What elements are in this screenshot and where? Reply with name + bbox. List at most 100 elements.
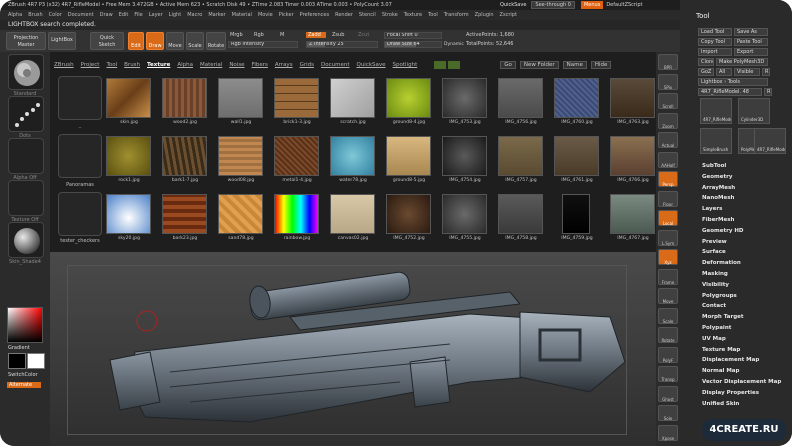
tool-export-button[interactable]: Export <box>734 48 768 56</box>
lightbox-tab[interactable]: Grids <box>300 62 314 68</box>
z-intensity-slider[interactable]: Z Intensity 25 <box>306 41 378 48</box>
mrgb-button[interactable]: Mrgb <box>230 32 243 38</box>
folder-panoramas[interactable] <box>58 134 102 178</box>
rightshelf-local-button[interactable]: Local <box>658 210 678 226</box>
zcut-button[interactable]: Zcut <box>358 32 369 38</box>
texture-thumbnail[interactable] <box>218 194 263 234</box>
dynamic-toggle[interactable]: Dynamic <box>444 42 464 47</box>
rightshelf-xpose-button[interactable]: Xpose <box>658 424 678 441</box>
lightbox-nav-button[interactable]: New Folder <box>519 61 559 69</box>
tool-thumbnail[interactable]: SimpleBrush <box>700 128 732 154</box>
tool-clone-button[interactable]: Clone <box>698 58 714 66</box>
seethrough-slider[interactable]: See-through 0 <box>531 1 575 9</box>
tool-subpalette-polygroups[interactable]: Polygroups <box>702 293 737 299</box>
rightshelf-solo-button[interactable]: Solo <box>658 405 678 421</box>
menu-item[interactable]: Movie <box>258 12 273 18</box>
color-picker[interactable] <box>7 307 43 343</box>
tool-goz-button[interactable]: GoZ <box>698 68 714 76</box>
texture-thumbnail[interactable] <box>554 78 599 118</box>
tool-subpalette-layers[interactable]: Layers <box>702 206 722 212</box>
texture-thumbnail[interactable] <box>106 194 151 234</box>
texture-thumbnail[interactable] <box>442 78 487 118</box>
rightshelf-transp-button[interactable]: Transp <box>658 366 678 382</box>
texture-thumbnail[interactable] <box>498 136 543 176</box>
tool-subpalette-preview[interactable]: Preview <box>702 239 727 245</box>
lightbox-tab[interactable]: Project <box>81 62 100 68</box>
texture-thumbnail[interactable] <box>442 136 487 176</box>
rightshelf-lsym-button[interactable]: L.Sym <box>658 229 678 246</box>
tool-subpalette-masking[interactable]: Masking <box>702 271 728 277</box>
texture-thumbnail[interactable] <box>330 136 375 176</box>
lightbox-nav-button[interactable]: Name <box>562 61 587 69</box>
tool-thumbnail[interactable]: 4R7_RifleModel <box>700 98 732 124</box>
next-icon[interactable] <box>448 61 461 69</box>
menu-item[interactable]: Material <box>232 12 252 18</box>
tool-visible-button[interactable]: Visible <box>734 68 760 76</box>
lightbox-button[interactable]: LightBox <box>48 32 76 50</box>
tool-subpalette-uv-map[interactable]: UV Map <box>702 336 726 342</box>
tool-make-polymesh3d-button[interactable]: Make PolyMesh3D <box>716 58 768 66</box>
move-button[interactable]: Move <box>166 32 184 50</box>
draw-button[interactable]: Draw <box>146 32 164 50</box>
tool-subpalette-morph-target[interactable]: Morph Target <box>702 314 744 320</box>
tool-subpalette-displacement-map[interactable]: Displacement Map <box>702 357 759 363</box>
tool-subpalette-subtool[interactable]: SubTool <box>702 163 726 169</box>
menu-item[interactable]: Picker <box>279 12 294 18</box>
tool-subpalette-geometry[interactable]: Geometry <box>702 174 732 180</box>
zadd-button[interactable]: Zadd <box>306 32 326 38</box>
tool-save-as-button[interactable]: Save As <box>734 28 768 36</box>
texture-thumbnail[interactable] <box>330 194 375 234</box>
tool-thumbnail[interactable]: Cylinder3D <box>738 98 770 124</box>
texture-thumbnail[interactable] <box>106 78 151 118</box>
tool-thumbnail[interactable]: 4R7_RifleModel <box>754 128 786 154</box>
texture-thumbnail[interactable] <box>106 136 151 176</box>
tool-subpalette-arraymesh[interactable]: ArrayMesh <box>702 185 735 191</box>
lightbox-tab[interactable]: Fibers <box>252 62 268 68</box>
menu-item[interactable]: File <box>134 12 142 18</box>
zsub-button[interactable]: Zsub <box>332 32 344 38</box>
previous-icon[interactable] <box>434 61 447 69</box>
draw-size-slider[interactable]: Draw Size 64 <box>384 41 442 48</box>
tool-subpalette-nanomesh[interactable]: NanoMesh <box>702 195 734 201</box>
lightbox-tab[interactable]: Tool <box>106 62 117 68</box>
rightshelf-spix-button[interactable]: SPix <box>658 73 678 90</box>
texture-thumbnail[interactable] <box>498 194 543 234</box>
menu-item[interactable]: Light <box>169 12 181 18</box>
tool-subpalette-unified-skin[interactable]: Unified Skin <box>702 401 739 407</box>
quicksave-button[interactable]: QuickSave <box>495 2 531 8</box>
menu-item[interactable]: Preferences <box>300 12 329 18</box>
lightbox-tab[interactable]: Brush <box>124 62 140 68</box>
folder-up[interactable] <box>58 76 102 120</box>
lightbox-nav-button[interactable]: Go <box>500 61 516 69</box>
quick-sketch-button[interactable]: Quick Sketch <box>90 32 124 50</box>
texture-thumbnail[interactable] <box>274 136 319 176</box>
texture-thumbnail[interactable] <box>442 194 487 234</box>
rightshelf-frame-button[interactable]: Frame <box>658 268 678 285</box>
menu-item[interactable]: Zplugin <box>475 12 494 18</box>
material-selector[interactable] <box>8 222 44 258</box>
menu-item[interactable]: Stroke <box>382 12 398 18</box>
lightbox-tab[interactable]: Noise <box>229 62 244 68</box>
rightshelf-floor-button[interactable]: Floor <box>658 190 678 207</box>
texture-thumbnail[interactable] <box>610 194 655 234</box>
alpha-selector[interactable] <box>8 138 44 174</box>
texture-thumbnail[interactable] <box>274 78 319 118</box>
menu-item[interactable]: Render <box>335 12 353 18</box>
tool-subpalette-surface[interactable]: Surface <box>702 249 726 255</box>
lightbox-tab[interactable]: Document <box>321 62 350 68</box>
menu-item[interactable]: Transform <box>444 12 469 18</box>
menu-item[interactable]: Marker <box>208 12 225 18</box>
menu-item[interactable]: Edit <box>119 12 129 18</box>
tool-subpalette-visibility[interactable]: Visibility <box>702 282 729 288</box>
rightshelf-bpr-button[interactable]: BPR <box>658 54 678 70</box>
texture-thumbnail[interactable] <box>386 136 431 176</box>
tool-lightbox-tools-button[interactable]: Lightbox › Tools <box>698 78 768 86</box>
menu-item[interactable]: Texture <box>404 12 422 18</box>
lightbox-nav-button[interactable]: Hide <box>590 61 612 69</box>
texture-thumbnail[interactable] <box>218 78 263 118</box>
tool-subpalette-texture-map[interactable]: Texture Map <box>702 347 740 353</box>
rgb-intensity-slider[interactable]: Rgb Intensity <box>228 41 298 48</box>
texture-thumbnail[interactable] <box>274 194 319 234</box>
rightshelf-polyf-button[interactable]: PolyF <box>658 346 678 363</box>
rotate-button[interactable]: Rotate <box>206 32 226 50</box>
